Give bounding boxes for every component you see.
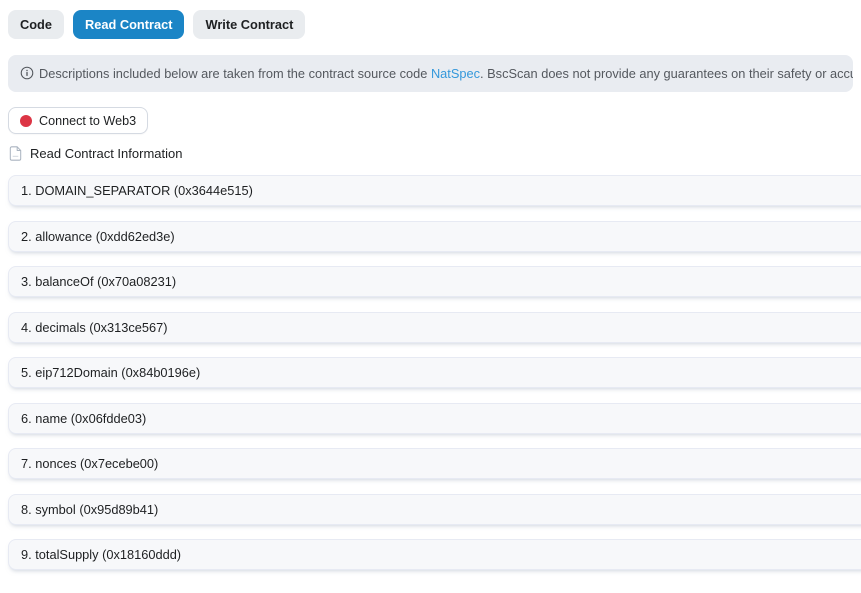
banner-text-before: Descriptions included below are taken fr…	[39, 66, 431, 81]
function-row-domain-separator[interactable]: 1. DOMAIN_SEPARATOR (0x3644e515)	[8, 175, 861, 206]
function-row-label: 5. eip712Domain (0x84b0196e)	[21, 365, 201, 380]
function-row-balance-of[interactable]: 3. balanceOf (0x70a08231)	[8, 266, 861, 297]
function-row-label: 8. symbol (0x95d89b41)	[21, 501, 159, 517]
file-icon	[9, 146, 22, 161]
info-icon	[20, 66, 34, 80]
function-row-label: 2. allowance (0xdd62ed3e)	[21, 228, 175, 244]
function-row-name[interactable]: 6. name (0x06fdde03)	[8, 402, 861, 434]
function-row-decimals[interactable]: 4. decimals (0x313ce567)	[8, 311, 861, 343]
function-row-nonces[interactable]: 7. nonces (0x7ecebe00)	[8, 448, 861, 479]
banner-text-after: . BscScan does not provide any guarantee…	[480, 66, 853, 81]
section-title-text: Read Contract Information	[30, 146, 183, 161]
function-row-symbol[interactable]: 8. symbol (0x95d89b41)	[8, 493, 861, 525]
natspec-link[interactable]: NatSpec	[431, 66, 480, 81]
read-function-list: 1. DOMAIN_SEPARATOR (0x3644e515) 2. allo…	[8, 175, 861, 585]
tab-read-contract[interactable]: Read Contract	[73, 10, 185, 39]
connect-to-web3-label: Connect to Web3	[39, 113, 137, 128]
function-row-label: 1. DOMAIN_SEPARATOR (0x3644e515)	[21, 183, 253, 198]
tab-code[interactable]: Code	[8, 10, 64, 39]
tab-write-contract[interactable]: Write Contract	[193, 10, 306, 39]
function-row-label: 4. decimals (0x313ce567)	[21, 319, 168, 335]
function-row-eip712-domain[interactable]: 5. eip712Domain (0x84b0196e)	[8, 357, 861, 388]
function-row-label: 9. totalSupply (0x18160ddd)	[21, 547, 182, 562]
contract-tab-bar: Code Read Contract Write Contract	[8, 10, 306, 39]
read-contract-info-heading: Read Contract Information	[9, 146, 182, 161]
function-row-total-supply[interactable]: 9. totalSupply (0x18160ddd)	[8, 539, 861, 570]
connection-status-dot-icon	[20, 114, 32, 127]
function-row-label: 7. nonces (0x7ecebe00)	[21, 456, 159, 471]
function-row-label: 6. name (0x06fdde03)	[21, 410, 147, 426]
natspec-disclaimer-banner: Descriptions included below are taken fr…	[8, 55, 853, 92]
function-row-allowance[interactable]: 2. allowance (0xdd62ed3e)	[8, 220, 861, 252]
connect-to-web3-button[interactable]: Connect to Web3	[8, 107, 149, 134]
function-row-label: 3. balanceOf (0x70a08231)	[21, 274, 177, 289]
